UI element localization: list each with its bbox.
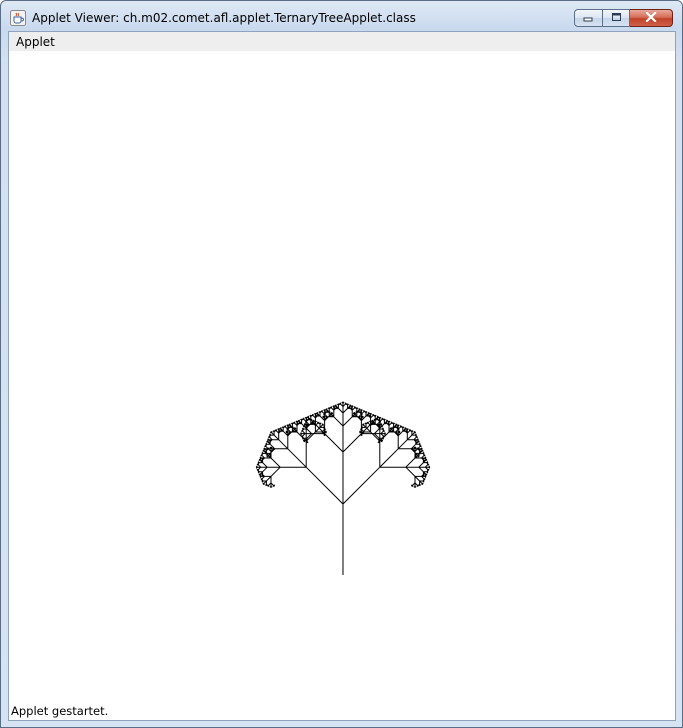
maximize-icon — [611, 11, 622, 25]
close-icon — [645, 11, 657, 25]
applet-canvas[interactable] — [9, 51, 675, 700]
tree-branches — [255, 401, 431, 575]
status-text: Applet gestartet. — [11, 704, 109, 718]
title-bar[interactable]: Applet Viewer: ch.m02.comet.afl.applet.T… — [1, 1, 682, 31]
ternary-tree-fractal — [255, 401, 431, 575]
menu-bar: Applet — [9, 32, 675, 51]
status-bar: Applet gestartet. — [9, 700, 675, 720]
java-cup-icon — [10, 10, 26, 26]
window-title: Applet Viewer: ch.m02.comet.afl.applet.T… — [32, 11, 416, 25]
menu-applet[interactable]: Applet — [16, 35, 55, 49]
close-button[interactable] — [630, 9, 673, 27]
applet-viewer-window: Applet Viewer: ch.m02.comet.afl.applet.T… — [0, 0, 683, 728]
minimize-icon — [583, 11, 594, 25]
applet-client-area: Applet Applet gestartet. — [8, 31, 676, 721]
maximize-button[interactable] — [603, 9, 630, 27]
minimize-button[interactable] — [574, 9, 603, 27]
window-controls — [574, 9, 673, 29]
